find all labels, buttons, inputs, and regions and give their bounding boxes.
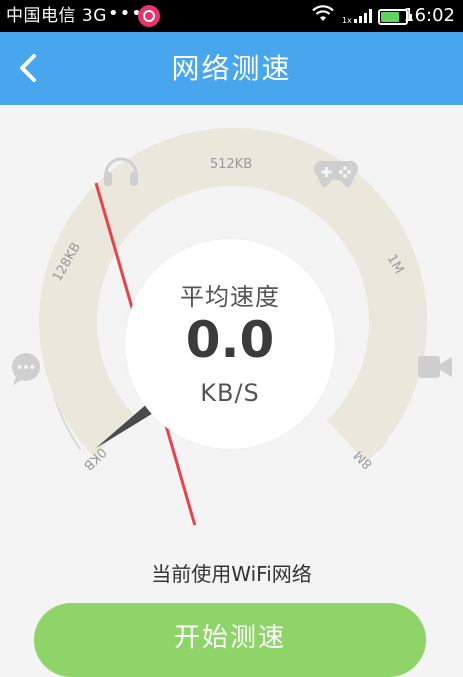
wifi-icon [312,5,334,21]
chat-icon [12,353,40,385]
video-camera-icon [418,356,452,378]
app-header: 网络测速 [0,32,463,105]
tick-label-0kb: 0KB [80,444,109,473]
average-speed-label: 平均速度 [180,283,280,311]
status-bar: 中国电信 3G ••• 1x 16:02 [0,0,463,32]
carrier-text: 中国电信 3G [6,6,107,26]
speed-value: 0.0 [185,311,275,369]
clock-time: 16:02 [403,5,455,26]
gauge-center-disc: 平均速度 0.0 KB/S [125,239,335,449]
start-speed-test-button[interactable]: 开始测速 [34,603,426,677]
cell-signal-icon: 1x [342,8,376,28]
tick-label-512kb: 512KB [210,157,252,172]
network-status-text: 当前使用WiFi网络 [151,562,312,586]
signal-type-label: 1x [342,16,352,24]
speed-unit: KB/S [200,379,260,407]
app-notification-icon [138,5,160,27]
page-title: 网络测速 [171,52,292,85]
